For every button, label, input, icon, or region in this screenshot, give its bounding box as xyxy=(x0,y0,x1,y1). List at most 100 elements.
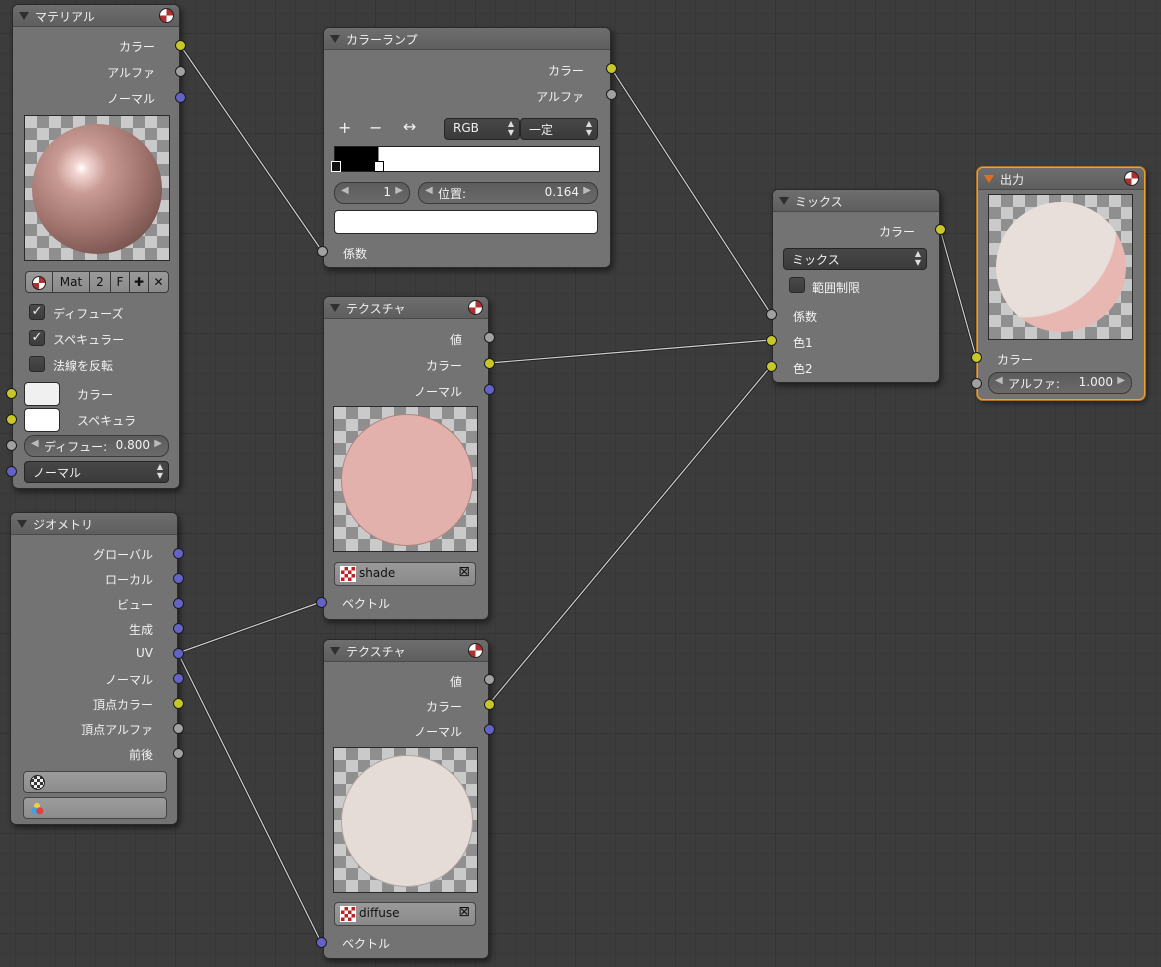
texture-preview xyxy=(333,747,478,893)
texture2-color-socket[interactable] xyxy=(484,699,495,710)
stop-position-field[interactable]: ◀ 位置: 0.164 ▶ xyxy=(418,182,598,204)
mix-factor-input-socket[interactable] xyxy=(766,309,777,320)
texture-select-field[interactable]: shade ⊠ xyxy=(334,562,476,586)
active-stop-field[interactable]: ◀ 1 ▶ xyxy=(334,182,410,204)
collapse-triangle-icon[interactable] xyxy=(330,647,340,655)
material-browse-button[interactable] xyxy=(25,271,53,293)
diffuse-checkbox[interactable]: ✓ xyxy=(29,304,45,320)
geometry-node-header[interactable]: ジオメトリ xyxy=(11,513,177,535)
close-icon: ✕ xyxy=(153,275,164,289)
ramp-stop-1[interactable] xyxy=(374,161,384,172)
material-datablock[interactable]: Mat 2 F ✚ ✕ xyxy=(25,271,169,293)
blend-type-select[interactable]: ミックス ▲ ▼ xyxy=(783,248,927,270)
collapse-triangle-icon[interactable] xyxy=(17,520,27,528)
material-node[interactable]: マテリアル カラー アルファ ノーマル Mat 2 F ✚ ✕ ✓ ディフューズ… xyxy=(12,4,180,489)
specular-checkbox[interactable]: ✓ xyxy=(29,330,45,346)
texture1-value-socket[interactable] xyxy=(484,332,495,343)
mix-color2-input-socket[interactable] xyxy=(766,361,777,372)
preview-toggle-icon[interactable] xyxy=(468,300,483,315)
texture-preview xyxy=(333,406,478,552)
geometry-global-socket[interactable] xyxy=(173,548,184,559)
add-material-button[interactable]: ✚ xyxy=(129,271,149,293)
geometry-normal-socket[interactable] xyxy=(173,673,184,684)
diffuse-label: ディフューズ xyxy=(53,307,124,321)
colorramp-alpha-output-socket[interactable] xyxy=(606,89,617,100)
clamp-checkbox[interactable] xyxy=(789,277,805,293)
texture2-value-socket[interactable] xyxy=(484,674,495,685)
mix-node[interactable]: ミックス カラー ミックス ▲ ▼ 範囲制限 係数 色1 色2 xyxy=(772,189,940,383)
colorramp-node[interactable]: カラーランプ カラー アルファ + − ↔ RGB ▲ ▼ 一定 ▲ ▼ ◀ 1 ▶… xyxy=(323,27,611,268)
mix-node-header[interactable]: ミックス xyxy=(773,190,939,212)
specular-swatch[interactable] xyxy=(24,408,60,432)
diffuse-intensity-field[interactable]: ◀ ディフュー: 0.800 ▶ xyxy=(24,435,169,457)
collapse-triangle-icon[interactable] xyxy=(984,175,994,183)
colorramp-color-output-socket[interactable] xyxy=(606,63,617,74)
texture2-vector-input-socket[interactable] xyxy=(316,937,327,948)
texture-icon xyxy=(340,906,356,922)
stop-color-swatch[interactable] xyxy=(334,210,598,234)
geometry-local-socket[interactable] xyxy=(173,573,184,584)
vertex-color-field[interactable] xyxy=(23,797,167,819)
geometry-view-socket[interactable] xyxy=(173,598,184,609)
collapse-triangle-icon[interactable] xyxy=(330,304,340,312)
texture-node-header[interactable]: テクスチャ xyxy=(324,640,488,662)
unlink-texture-icon[interactable]: ⊠ xyxy=(458,564,470,580)
flip-ramp-button[interactable]: ↔ xyxy=(403,117,416,136)
collapse-triangle-icon[interactable] xyxy=(779,197,789,205)
geometry-vertex-alpha-socket[interactable] xyxy=(173,723,184,734)
colorramp-node-header[interactable]: カラーランプ xyxy=(324,28,610,50)
preview-toggle-icon[interactable] xyxy=(1124,171,1139,186)
unlink-texture-icon[interactable]: ⊠ xyxy=(458,904,470,920)
preview-toggle-icon[interactable] xyxy=(159,8,174,23)
preview-toggle-icon[interactable] xyxy=(468,643,483,658)
texture2-normal-socket[interactable] xyxy=(484,724,495,735)
material-normal-input-socket[interactable] xyxy=(6,466,17,477)
mix-color1-input-socket[interactable] xyxy=(766,335,777,346)
texture1-normal-socket[interactable] xyxy=(484,384,495,395)
alpha-field[interactable]: ◀ アルファ: 1.000 ▶ xyxy=(988,372,1132,394)
output-alpha-input-socket[interactable] xyxy=(971,378,982,389)
invert-normal-checkbox[interactable] xyxy=(29,356,45,372)
link-material-colorramp xyxy=(179,44,323,252)
interpolation-select[interactable]: 一定 ▲ ▼ xyxy=(520,118,598,140)
unlink-material-button[interactable]: ✕ xyxy=(148,271,169,293)
color-ramp-bar[interactable] xyxy=(331,146,600,172)
geometry-front-back-socket[interactable] xyxy=(173,748,184,759)
material-color-input-socket[interactable] xyxy=(6,388,17,399)
material-node-header[interactable]: マテリアル xyxy=(13,5,179,27)
geometry-uv-socket[interactable] xyxy=(173,648,184,659)
output-node[interactable]: 出力 カラー ◀ アルファ: 1.000 ▶ xyxy=(977,167,1145,400)
collapse-triangle-icon[interactable] xyxy=(330,35,340,43)
node-title: テクスチャ xyxy=(346,645,406,659)
material-normal-output-socket[interactable] xyxy=(175,92,186,103)
material-refl-input-socket[interactable] xyxy=(6,440,17,451)
fake-user-button[interactable]: F xyxy=(110,271,130,293)
output-node-header[interactable]: 出力 xyxy=(978,168,1144,190)
mix-color-output-socket[interactable] xyxy=(935,224,946,235)
material-alpha-output-socket[interactable] xyxy=(175,66,186,77)
ramp-stop-0[interactable] xyxy=(331,161,341,172)
remove-stop-button[interactable]: − xyxy=(369,118,382,137)
material-name-field[interactable]: Mat xyxy=(52,271,90,293)
material-users-count[interactable]: 2 xyxy=(89,271,111,293)
color-mode-select[interactable]: RGB ▲ ▼ xyxy=(444,118,520,140)
texture1-vector-input-socket[interactable] xyxy=(316,597,327,608)
output-color-input-socket[interactable] xyxy=(971,352,982,363)
material-spec-input-socket[interactable] xyxy=(6,414,17,425)
colorramp-factor-input-socket[interactable] xyxy=(317,246,328,257)
geometry-vertex-color-socket[interactable] xyxy=(173,698,184,709)
texture1-color-socket[interactable] xyxy=(484,358,495,369)
position-label: 位置: xyxy=(438,187,467,201)
geometry-node[interactable]: ジオメトリ グローバル ローカル ビュー 生成 UV ノーマル 頂点カラー 頂点… xyxy=(10,512,178,825)
texture-node-header[interactable]: テクスチャ xyxy=(324,297,488,319)
uv-map-field[interactable] xyxy=(23,771,167,793)
geometry-orco-socket[interactable] xyxy=(173,623,184,634)
collapse-triangle-icon[interactable] xyxy=(19,12,29,20)
material-color-output-socket[interactable] xyxy=(175,40,186,51)
normal-select[interactable]: ノーマル ▲ ▼ xyxy=(24,461,169,483)
texture-select-field[interactable]: diffuse ⊠ xyxy=(334,902,476,926)
texture-node-diffuse[interactable]: テクスチャ 値 カラー ノーマル diffuse ⊠ ベクトル xyxy=(323,639,489,959)
color-swatch[interactable] xyxy=(24,382,60,406)
texture-node-shade[interactable]: テクスチャ 値 カラー ノーマル shade ⊠ ベクトル xyxy=(323,296,489,620)
add-stop-button[interactable]: + xyxy=(338,118,351,137)
